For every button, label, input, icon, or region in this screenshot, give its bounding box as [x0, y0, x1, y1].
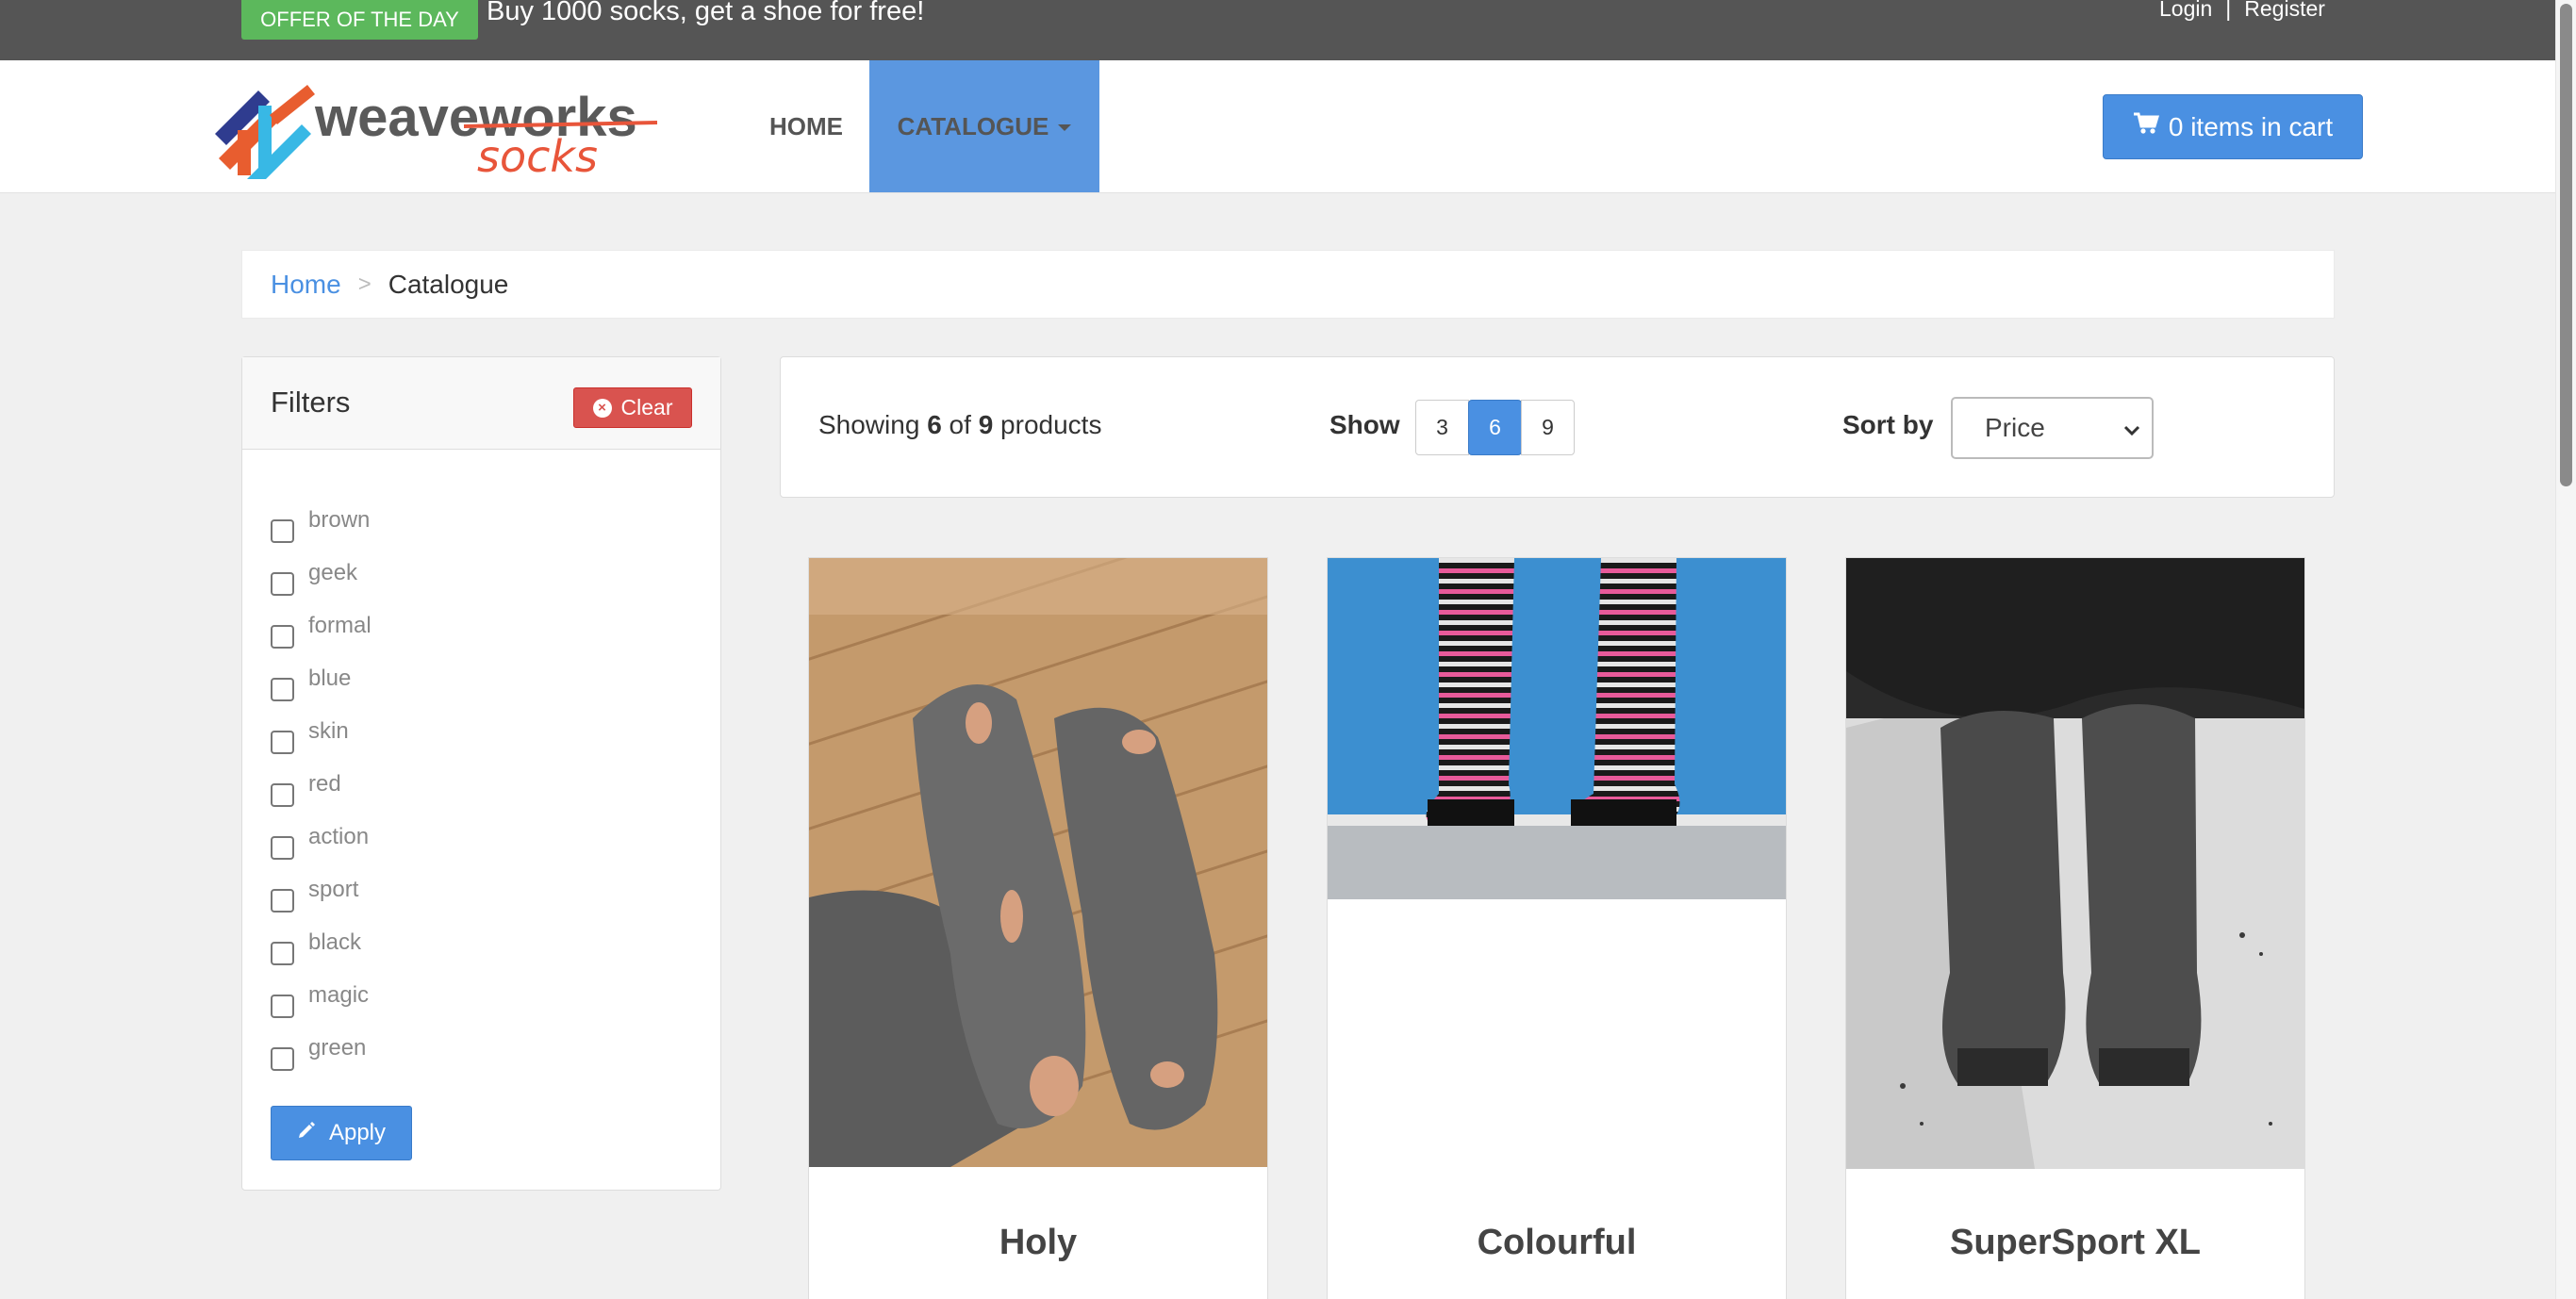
product-image-supersport-socks[interactable]: [1846, 558, 2304, 1174]
filter-item-formal[interactable]: formal: [271, 606, 372, 659]
filter-checkbox[interactable]: [271, 518, 294, 543]
filters-panel: Filters × Clear brown geek formal blue s…: [241, 356, 721, 1191]
product-image-holy-socks[interactable]: [770, 500, 1300, 1182]
filters-title: Filters: [271, 386, 351, 419]
times-circle-icon: ×: [592, 398, 612, 418]
filter-checkbox[interactable]: [271, 782, 294, 807]
cart-button[interactable]: 0 items in cart: [2103, 94, 2363, 159]
apply-label: Apply: [328, 1120, 387, 1145]
show-label: Show: [1329, 410, 1400, 439]
auth-separator: |: [2225, 0, 2232, 21]
chevron-down-icon: [2123, 413, 2140, 443]
filter-item-action[interactable]: action: [271, 817, 372, 870]
product-card[interactable]: Holy: [770, 500, 1300, 1299]
filter-label: magic: [308, 982, 370, 1008]
breadcrumb: Home > Catalogue: [241, 250, 2335, 319]
page-scrollbar[interactable]: [2555, 0, 2576, 1299]
sort-label: Sort by: [1842, 410, 1934, 439]
page-size-6[interactable]: 6: [1468, 400, 1522, 455]
product-image-colourful-socks[interactable]: [1328, 558, 1786, 904]
sort-value: Price: [1985, 413, 2045, 442]
login-link[interactable]: Login: [2159, 0, 2212, 22]
top-bar: OFFER OF THE DAY Buy 1000 socks, get a s…: [0, 0, 2555, 60]
filter-label: green: [308, 1035, 367, 1061]
offer-badge: OFFER OF THE DAY: [241, 0, 478, 40]
filter-item-skin[interactable]: skin: [271, 712, 372, 765]
filter-label: brown: [308, 507, 371, 533]
filter-checkbox[interactable]: [271, 994, 294, 1018]
page-size-9[interactable]: 9: [1521, 400, 1575, 455]
offer-text: Buy 1000 socks, get a shoe for free!: [487, 0, 925, 26]
filter-checkbox[interactable]: [271, 835, 294, 860]
filter-checkbox[interactable]: [271, 571, 294, 596]
showing-of: of: [949, 410, 971, 439]
product-toolbar: Showing 6 of 9 products Show 3 6 9 Sort …: [780, 356, 2335, 498]
filter-label: blue: [308, 666, 352, 691]
filter-item-green[interactable]: green: [271, 1028, 372, 1081]
filter-item-geek[interactable]: geek: [271, 553, 372, 606]
product-name[interactable]: SuperSport XL: [1846, 1223, 2304, 1263]
filter-checkbox[interactable]: [271, 941, 294, 965]
product-card[interactable]: Colourful: [1327, 557, 1787, 1299]
cart-label: 0 items in cart: [2168, 111, 2334, 141]
auth-links: Login | Register: [2159, 0, 2325, 22]
product-name[interactable]: Colourful: [1328, 1223, 1786, 1263]
showing-count: 6: [927, 410, 942, 439]
nav-catalogue-label: CATALOGUE: [897, 111, 1049, 140]
filter-label: black: [308, 929, 362, 955]
showing-summary: Showing 6 of 9 products: [818, 410, 1101, 440]
weaveworks-socks-logo[interactable]: weaveworks socks: [209, 77, 662, 189]
filter-item-sport[interactable]: sport: [271, 870, 372, 923]
filter-label: sport: [308, 877, 359, 902]
page-size-3[interactable]: 3: [1415, 400, 1469, 455]
breadcrumb-current: Catalogue: [388, 269, 509, 299]
filter-checkbox[interactable]: [271, 888, 294, 913]
filter-label: red: [308, 771, 341, 797]
breadcrumb-separator: >: [357, 271, 372, 297]
filter-label: action: [308, 824, 370, 849]
product-name[interactable]: Holy: [809, 1223, 1267, 1263]
showing-suffix: products: [1000, 410, 1102, 439]
filter-item-red[interactable]: red: [271, 765, 372, 817]
showing-prefix: Showing: [818, 410, 920, 439]
filter-checkbox[interactable]: [271, 730, 294, 754]
filter-checkbox[interactable]: [271, 1046, 294, 1071]
filter-label: formal: [308, 613, 372, 638]
filter-item-black[interactable]: black: [271, 923, 372, 976]
nav-home[interactable]: HOME: [745, 60, 867, 192]
main-navbar: weaveworks socks HOME CATALOGUE 0 items …: [0, 60, 2555, 193]
filter-item-blue[interactable]: blue: [271, 659, 372, 712]
apply-filters-button[interactable]: Apply: [271, 1106, 412, 1160]
clear-filters-button[interactable]: × Clear: [573, 387, 692, 428]
filter-item-magic[interactable]: magic: [271, 976, 372, 1028]
showing-total: 9: [978, 410, 994, 439]
svg-text:socks: socks: [477, 131, 598, 179]
filter-label: skin: [308, 718, 349, 744]
page-size-selector: 3 6 9: [1415, 400, 1575, 455]
product-card[interactable]: SuperSport XL: [1845, 557, 2305, 1299]
sort-select[interactable]: Price: [1951, 397, 2154, 459]
shopping-cart-icon: [2133, 111, 2159, 142]
caret-down-icon: [1058, 124, 1072, 131]
breadcrumb-home[interactable]: Home: [271, 270, 341, 300]
clear-label: Clear: [620, 395, 673, 419]
filters-header: Filters × Clear: [242, 357, 720, 450]
filter-checkbox[interactable]: [271, 677, 294, 701]
filter-list: brown geek formal blue skin red action s…: [271, 501, 372, 1081]
filter-label: geek: [308, 560, 358, 585]
nav-catalogue[interactable]: CATALOGUE: [869, 60, 1099, 192]
pencil-icon: [297, 1120, 316, 1146]
register-link[interactable]: Register: [2244, 0, 2325, 22]
scrollbar-thumb[interactable]: [2560, 4, 2572, 486]
filter-checkbox[interactable]: [271, 624, 294, 649]
filter-item-brown[interactable]: brown: [271, 501, 372, 553]
